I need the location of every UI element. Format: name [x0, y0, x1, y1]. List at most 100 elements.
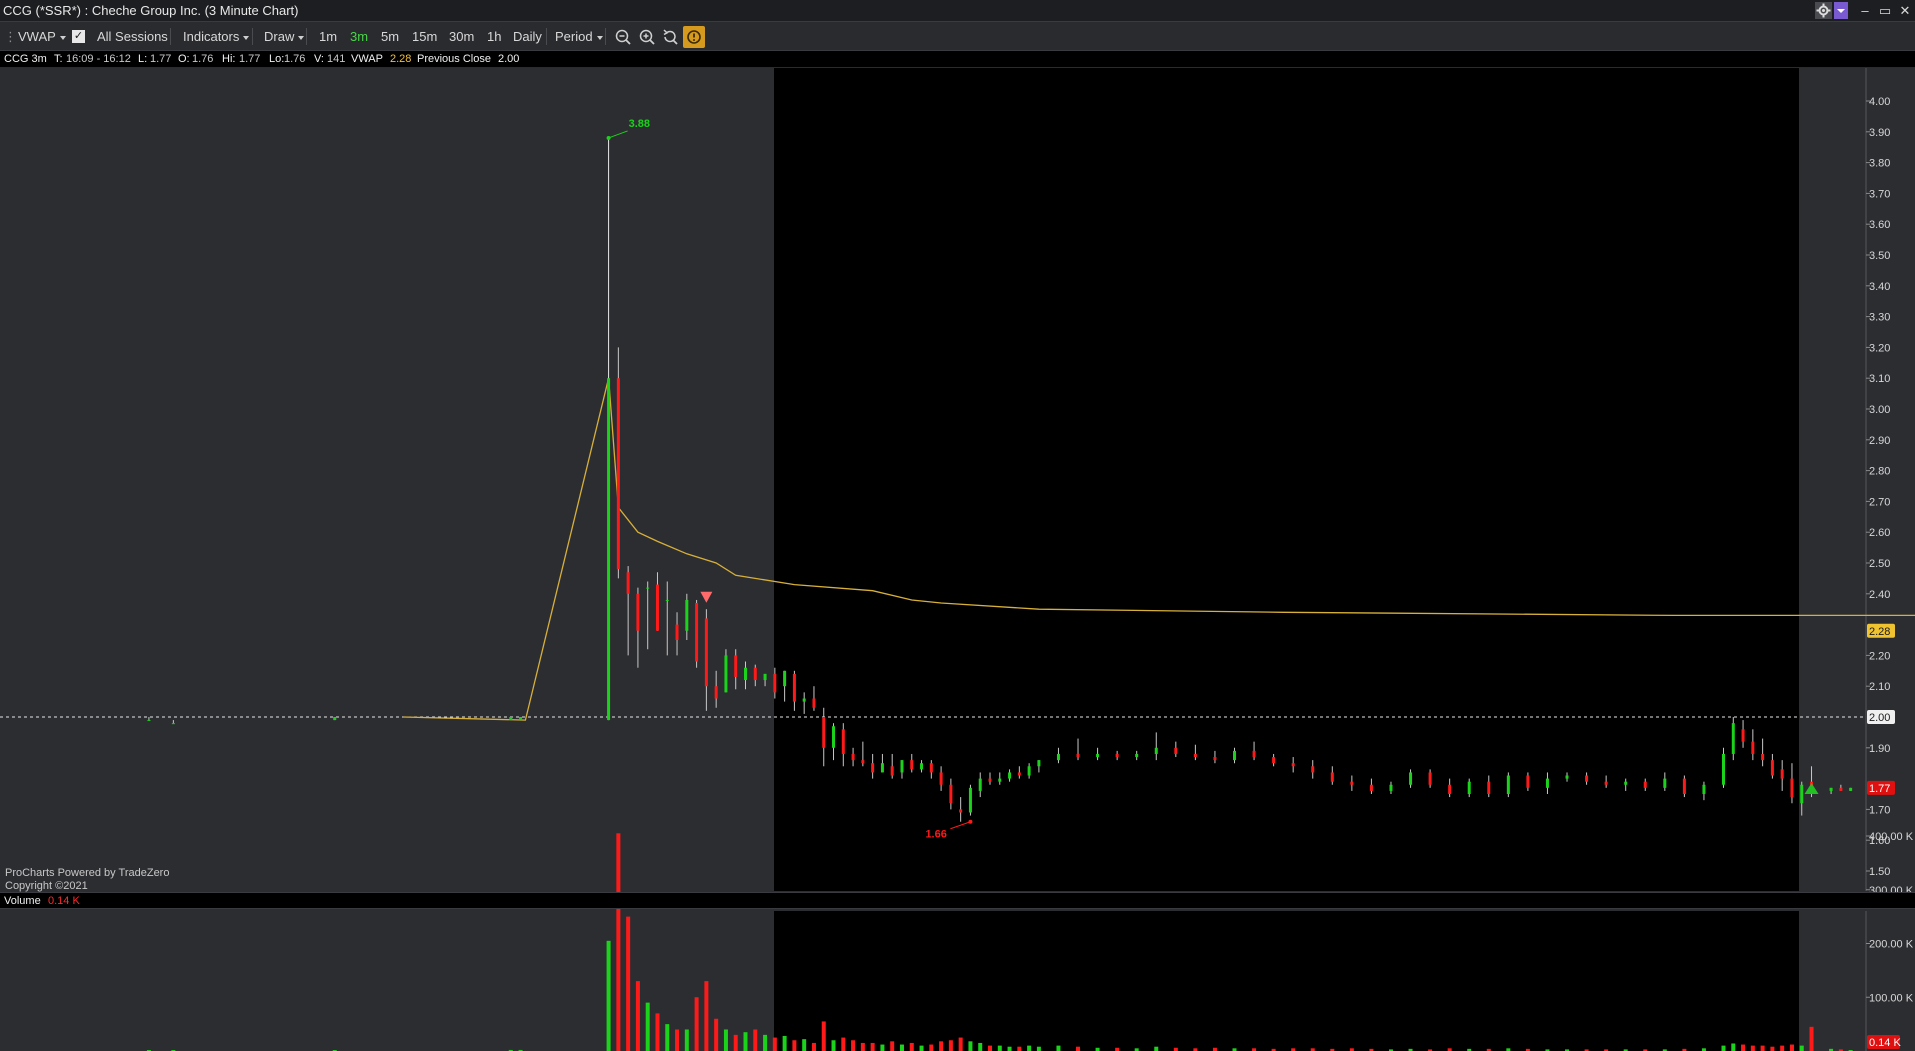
volume-bar-down — [1770, 1046, 1775, 1051]
candle-body-up — [998, 778, 1002, 782]
timeframe-15m[interactable]: 15m — [412, 28, 437, 46]
candle-body-down — [616, 378, 620, 570]
timeframe-5m[interactable]: 5m — [381, 28, 399, 46]
candle-body-up — [920, 763, 924, 770]
volume-bar-up — [1036, 1046, 1041, 1051]
restore-button[interactable]: ▭ — [1876, 2, 1894, 19]
volume-bar-down — [1780, 1045, 1785, 1051]
candle-body-down — [1487, 781, 1491, 794]
candle-body-down — [910, 760, 914, 770]
volume-bar-down — [1076, 1046, 1081, 1051]
candle-body-up — [171, 723, 175, 725]
price-tick-label: 3.70 — [1869, 188, 1890, 200]
volume-bar-down — [792, 1040, 797, 1051]
candle-body-up — [1135, 753, 1139, 758]
candle-body-up — [519, 717, 523, 721]
high-label: Hi: — [222, 53, 236, 65]
volume-bar-up — [1154, 1046, 1159, 1051]
vwap-price-badge-label: 2.28 — [1869, 626, 1890, 638]
candle-body-down — [1311, 766, 1315, 773]
volume-bar-up — [665, 1024, 670, 1051]
candle-body-up — [763, 673, 767, 681]
volume-bar-down — [939, 1041, 944, 1051]
last-label: L: — [138, 53, 148, 65]
reset-zoom-icon[interactable] — [659, 26, 681, 48]
vwap-dropdown[interactable]: VWAP — [18, 28, 66, 46]
candle-body-down — [1272, 757, 1276, 764]
volume-tick-label: 400.00 K — [1869, 831, 1914, 843]
candle-body-down — [1585, 775, 1589, 782]
candle-body-down — [851, 753, 855, 761]
alert-icon[interactable] — [683, 26, 705, 48]
zoom-in-icon[interactable] — [636, 26, 658, 48]
candle-body-up — [1096, 753, 1100, 758]
volume-bar-up — [968, 1041, 973, 1051]
high-annotation-label: 3.88 — [629, 118, 650, 130]
ohlc-info-bar: CCG 3m T: 16:09 - 16:12 L: 1.77 O: 1.76 … — [0, 51, 1915, 68]
chevron-down-icon — [59, 35, 66, 40]
candle-body-down — [1604, 781, 1608, 785]
candle-body-up — [1731, 723, 1735, 754]
timeframe-3m[interactable]: 3m — [350, 28, 368, 46]
indicators-dropdown[interactable]: Indicators — [183, 28, 250, 46]
candle-body-up — [900, 760, 904, 773]
candle-body-down — [1291, 763, 1295, 767]
candle-body-down — [1839, 787, 1843, 791]
volume-bar-down — [870, 1042, 875, 1051]
timeframe-30m[interactable]: 30m — [449, 28, 474, 46]
settings-gear-icon[interactable] — [1815, 2, 1832, 19]
candle-body-down — [695, 603, 699, 662]
timeframe-1m[interactable]: 1m — [319, 28, 337, 46]
timeframe-daily[interactable]: Daily — [513, 28, 542, 46]
toolbar-divider — [546, 28, 547, 45]
candle-body-up — [1233, 750, 1236, 761]
zoom-out-icon[interactable] — [612, 26, 634, 48]
candle-body-down — [929, 763, 933, 773]
volume-label: V: — [314, 53, 324, 65]
candle-body-down — [773, 673, 777, 693]
candle-body-down — [1448, 784, 1452, 794]
candle-body-up — [607, 378, 611, 721]
volume-bar-up — [1007, 1046, 1012, 1051]
time-label: T: — [54, 53, 63, 65]
candle-body-up — [1565, 775, 1569, 779]
volume-session-background — [774, 911, 1799, 1051]
all-sessions-label[interactable]: All Sessions — [97, 28, 168, 46]
dropdown-menu-icon[interactable] — [1834, 2, 1848, 19]
volume-panel-header: Volume 0.14 K — [0, 892, 1915, 909]
high-value: 1.77 — [239, 53, 261, 65]
candle-body-up — [1056, 753, 1060, 761]
price-tick-label: 2.20 — [1869, 650, 1890, 662]
period-dropdown[interactable]: Period — [555, 28, 603, 46]
candle-body-down — [988, 778, 992, 782]
candle-body-down — [871, 763, 875, 773]
period-label: Period — [555, 29, 593, 44]
vwap-info-value: 2.28 — [390, 53, 412, 65]
volume-axis-background — [1866, 911, 1915, 1051]
last-volume-badge-label: 0.14 K — [1869, 1037, 1901, 1049]
vwap-info-label: VWAP — [351, 53, 383, 65]
candle-body-up — [1154, 747, 1158, 754]
candle-body-up — [1545, 778, 1549, 788]
draw-dropdown[interactable]: Draw — [264, 28, 305, 46]
candle-body-down — [841, 729, 845, 754]
candle-body-down — [1526, 775, 1530, 788]
volume-bar-up — [763, 1034, 768, 1051]
candle-body-down — [949, 784, 953, 804]
candle-body-down — [1330, 772, 1334, 782]
minimize-button[interactable]: – — [1856, 2, 1874, 19]
low-value: 1.76 — [284, 53, 306, 65]
candle-body-up — [685, 599, 689, 631]
timeframe-1h[interactable]: 1h — [487, 28, 501, 46]
volume-bar-down — [821, 1021, 826, 1051]
candle-body-down — [753, 667, 757, 681]
candle-body-down — [704, 618, 708, 687]
open-value: 1.76 — [192, 53, 214, 65]
candle-body-down — [1213, 757, 1217, 761]
volume-tick-label: 100.00 K — [1869, 992, 1914, 1004]
price-tick-label: 2.70 — [1869, 496, 1890, 508]
candle-body-down — [792, 673, 796, 702]
close-button[interactable]: ✕ — [1896, 2, 1914, 19]
all-sessions-checkbox[interactable]: ✓ — [72, 30, 85, 43]
candle-body-up — [1829, 787, 1833, 791]
